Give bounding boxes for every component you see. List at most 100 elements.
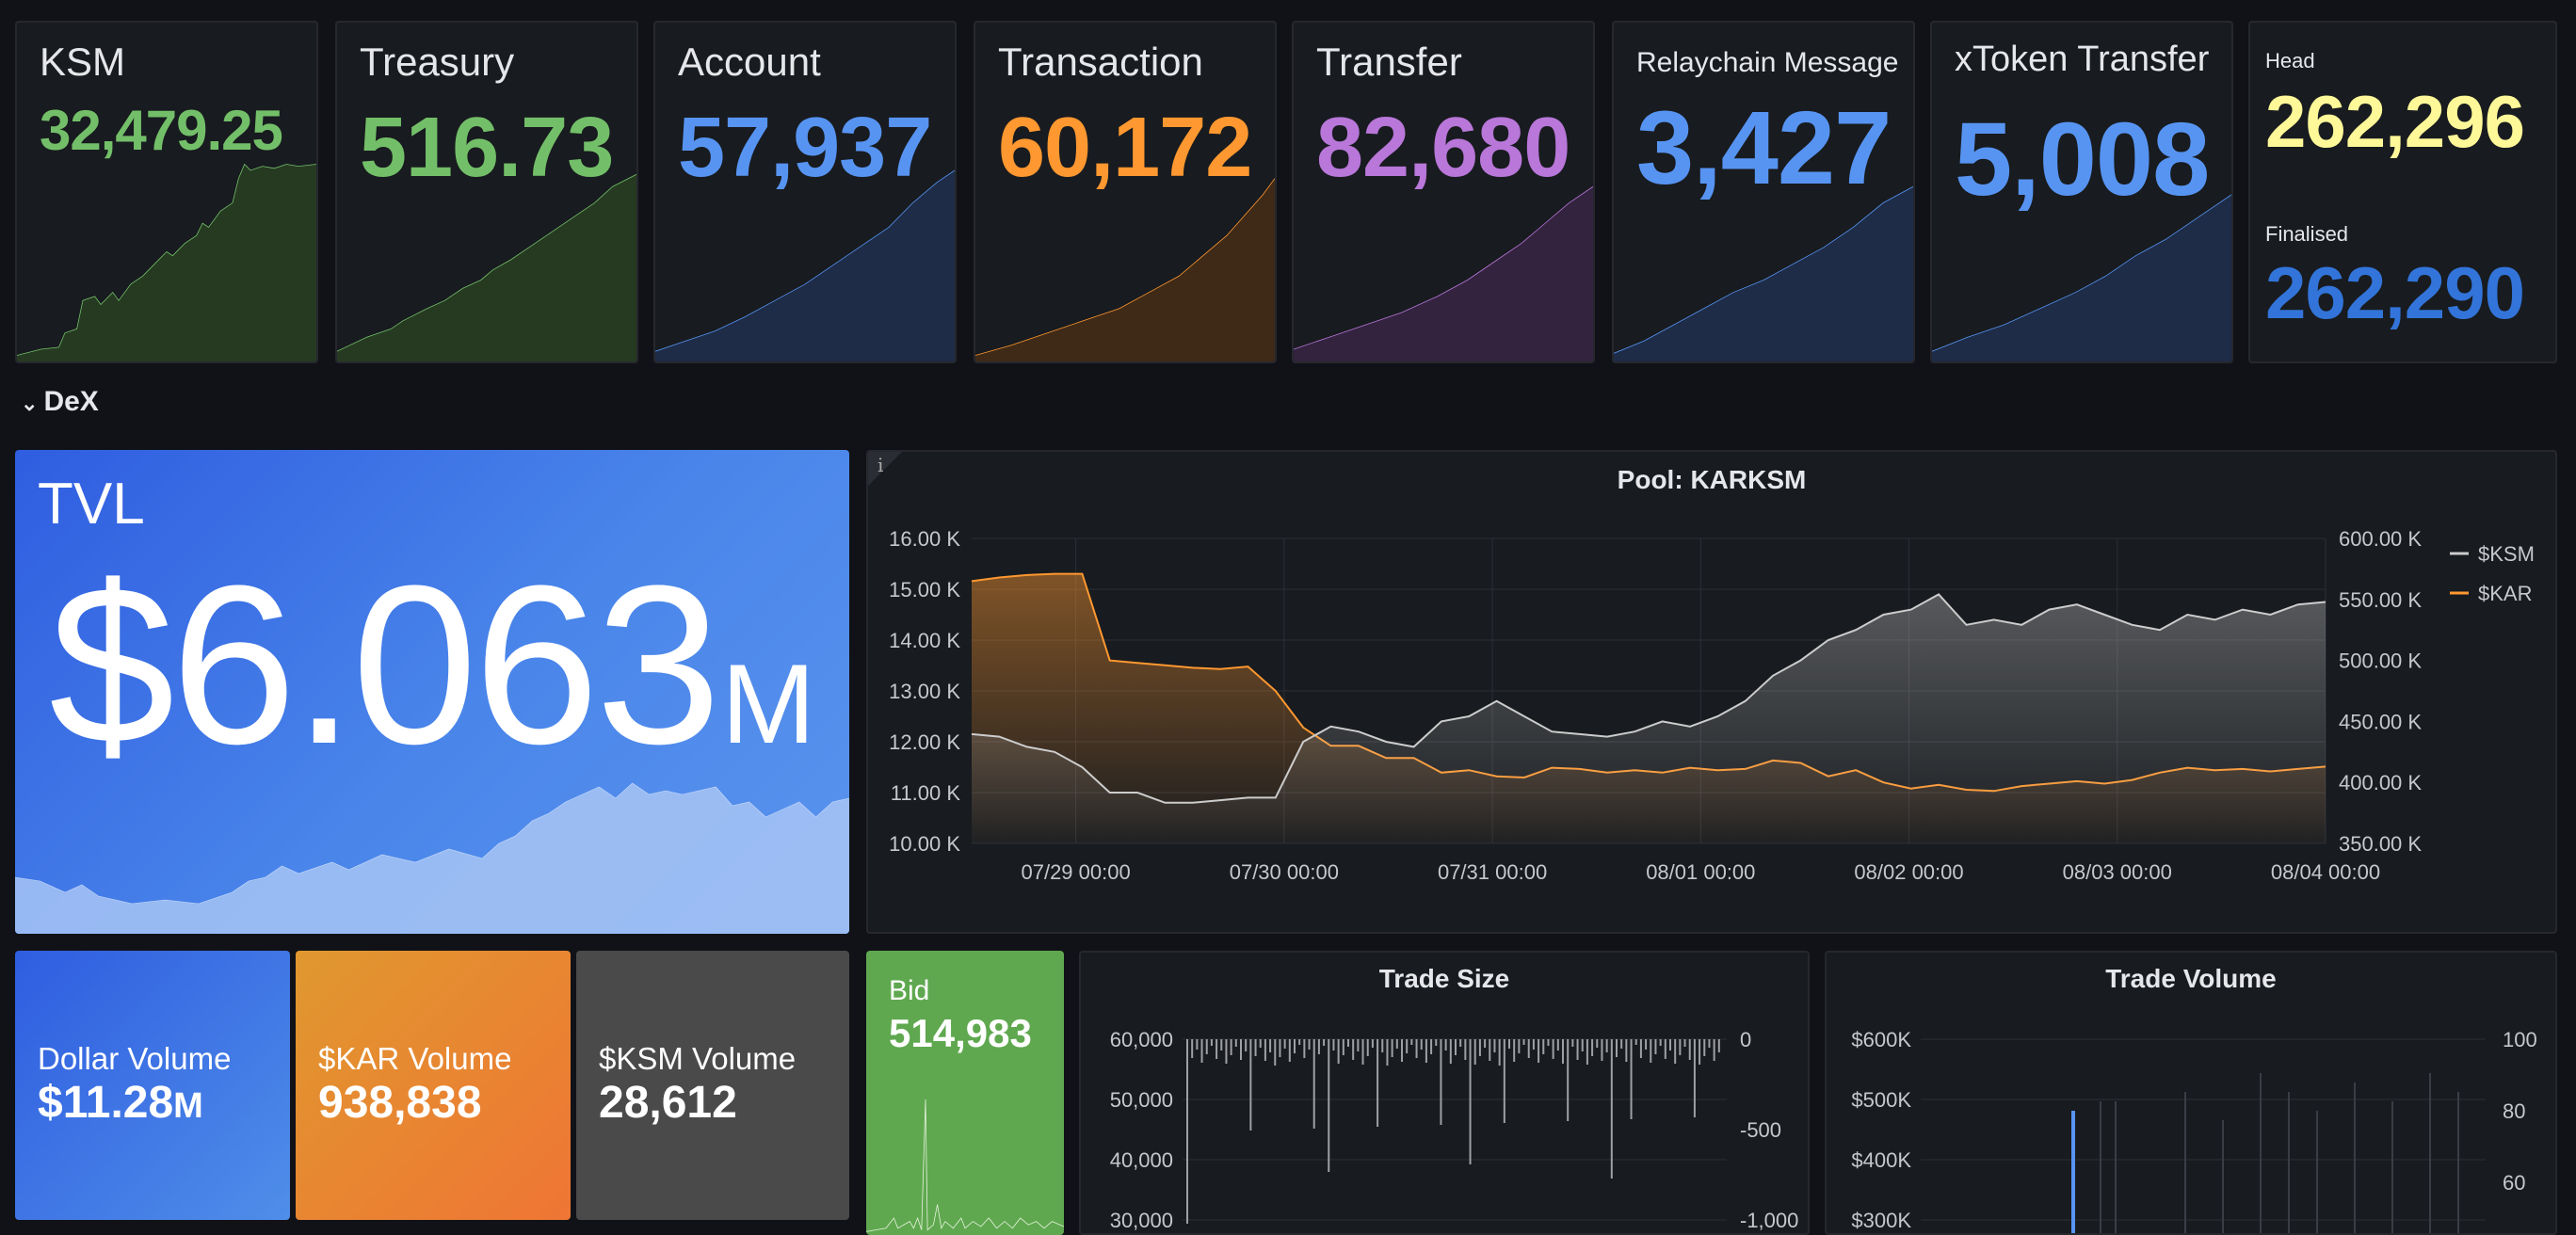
volume-bar — [2391, 1101, 2393, 1233]
volume-bar — [2260, 1073, 2262, 1233]
y-right-tick-label: 500.00 K — [2339, 650, 2422, 673]
volume-bar — [2071, 1111, 2075, 1233]
stat-panel-head-finalised[interactable]: Head 262,296 Finalised 262,290 — [2248, 21, 2557, 363]
y-left-tick-label: 60,000 — [1110, 1028, 1173, 1051]
trade-bar — [1522, 1039, 1525, 1045]
trade-bar — [1449, 1039, 1452, 1064]
stat-panel-transfer[interactable]: Transfer 82,680 — [1292, 21, 1595, 363]
trade-bar — [1234, 1039, 1237, 1047]
trade-bar — [1240, 1039, 1242, 1060]
trade-bar — [1616, 1039, 1618, 1057]
trade-bar — [1186, 1039, 1188, 1224]
trade-bar — [1610, 1039, 1613, 1179]
trade-bar — [1654, 1039, 1657, 1054]
trade-bar — [1303, 1039, 1306, 1058]
volume-label: Dollar Volume — [38, 1041, 232, 1076]
sparkline — [1614, 158, 1913, 361]
trade-bar — [1308, 1039, 1311, 1050]
y-left-tick-label: $400K — [1851, 1148, 1911, 1172]
y-left-tick-label: 10.00 K — [889, 832, 960, 856]
trade-bar — [1395, 1039, 1398, 1049]
trade-bar — [1377, 1039, 1379, 1127]
trade-bar — [1634, 1039, 1637, 1045]
trade-bar — [1469, 1039, 1472, 1164]
stat-title: Treasury — [360, 40, 515, 84]
trade-bar — [1459, 1039, 1462, 1047]
trade-bar — [1210, 1039, 1213, 1046]
volume-label: $KSM Volume — [599, 1041, 797, 1076]
trade-bar — [1664, 1039, 1666, 1059]
trade-bar — [1283, 1039, 1286, 1049]
trade-bar — [1484, 1039, 1487, 1048]
trade-bar — [1264, 1039, 1266, 1061]
stat-panel-transaction[interactable]: Transaction 60,172 — [974, 21, 1277, 363]
x-tick-label: 08/03 00:00 — [2063, 860, 2172, 884]
trade-bar — [1361, 1039, 1364, 1065]
trade-bar — [1191, 1039, 1194, 1058]
volume-bar — [2457, 1092, 2459, 1233]
stat-panel-xtoken-transfer[interactable]: xToken Transfer 5,008 — [1930, 21, 2233, 363]
trade-bar — [1440, 1039, 1442, 1125]
volume-value: $11.28M — [38, 1077, 203, 1129]
trade-bar — [1527, 1039, 1530, 1058]
trade-bar — [1410, 1039, 1413, 1045]
trade-bar — [1425, 1039, 1427, 1063]
trade-bar — [1591, 1039, 1594, 1056]
trade-volume-panel[interactable]: Trade Volume $600K $500K $400K $300K 100 80 60 — [1825, 951, 2557, 1235]
x-tick-label: 07/29 00:00 — [1021, 860, 1130, 884]
trade-bar — [1713, 1039, 1715, 1061]
trade-bar — [1659, 1039, 1662, 1046]
y-right-tick-label: 600.00 K — [2339, 527, 2422, 551]
trade-bar — [1357, 1039, 1360, 1051]
stat-title: Account — [678, 40, 821, 84]
trade-bar — [1230, 1039, 1232, 1055]
trade-bar — [1342, 1039, 1344, 1055]
stat-panel-relaychain-message[interactable]: Relaychain Message 3,427 — [1612, 21, 1915, 363]
trade-size-panel[interactable]: Trade Size 60,000 50,000 40,000 30,000 0 -500… — [1079, 951, 1810, 1235]
trade-bar — [1288, 1039, 1291, 1062]
trade-bar — [1406, 1039, 1409, 1053]
trade-bar — [1703, 1039, 1706, 1056]
trade-bar — [1717, 1039, 1720, 1052]
trade-bar — [1200, 1039, 1203, 1063]
tvl-sparkline — [15, 746, 849, 934]
trade-bar — [1693, 1039, 1696, 1117]
y-right-tick-label: 100 — [2503, 1028, 2537, 1051]
stat-panel-ksm[interactable]: KSM 32,479.25 — [15, 21, 318, 363]
y-right-tick-label: 60 — [2503, 1171, 2525, 1195]
trade-bar — [1669, 1039, 1671, 1051]
trade-bar — [1576, 1039, 1579, 1060]
volume-bar — [2100, 1101, 2101, 1233]
volume-number: $11.28 — [38, 1078, 174, 1128]
trade-bar — [1391, 1039, 1393, 1057]
volume-unit: M — [173, 1086, 203, 1126]
head-label: Head — [2265, 49, 2315, 72]
trade-bar — [1532, 1039, 1535, 1050]
tvl-panel[interactable]: TVL $6.063M — [15, 450, 849, 934]
volume-bar — [2115, 1101, 2117, 1233]
trade-bar — [1699, 1039, 1701, 1065]
kar-volume-panel[interactable]: $KAR Volume 938,838 — [296, 951, 571, 1220]
trade-bar — [1596, 1039, 1599, 1048]
row-header-dex[interactable]: ⌄ DeX — [21, 386, 99, 418]
volume-label: $KAR Volume — [318, 1041, 512, 1076]
trade-bar — [1216, 1039, 1218, 1059]
y-right-tick-label: 0 — [1740, 1028, 1751, 1051]
bid-panel[interactable]: Bid 514,983 — [866, 951, 1064, 1235]
stat-panel-treasury[interactable]: Treasury 516.73 — [335, 21, 638, 363]
finalised-value: 262,290 — [2265, 251, 2525, 334]
ksm-volume-panel[interactable]: $KSM Volume 28,612 — [576, 951, 849, 1220]
trade-bar — [1455, 1039, 1457, 1055]
trade-bar — [1347, 1039, 1349, 1047]
pool-chart-panel[interactable]: i Pool: KARKSM 16.00 K 15.00 K 14.00 K 13.0… — [866, 450, 2557, 934]
dollar-volume-panel[interactable]: Dollar Volume $11.28M — [15, 951, 290, 1220]
trade-size-chart-svg: 60,000 50,000 40,000 30,000 0 -500 -1,000 — [1110, 1028, 1799, 1232]
trade-bar — [1674, 1039, 1677, 1064]
trade-bar — [1688, 1039, 1691, 1060]
stat-panel-account[interactable]: Account 57,937 — [653, 21, 957, 363]
y-left-tick-label: 13.00 K — [889, 680, 960, 703]
trade-bar — [1645, 1039, 1648, 1050]
sparkline-area — [17, 164, 316, 361]
legend-label: $KAR — [2478, 582, 2532, 605]
x-tick-label: 08/02 00:00 — [1854, 860, 1963, 884]
